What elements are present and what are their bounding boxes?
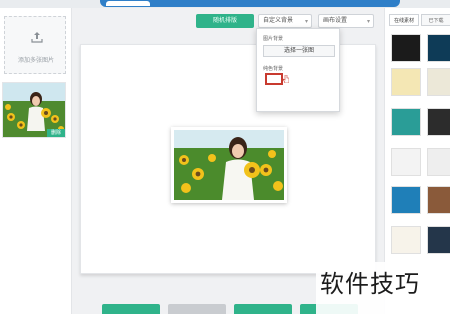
tab-downloaded[interactable]: 已下载: [421, 14, 450, 26]
template-thumbnail[interactable]: [427, 68, 450, 96]
watermark-text: 软件技巧: [320, 270, 420, 298]
custom-background-label: 自定义背景: [263, 17, 294, 24]
template-thumbnail[interactable]: [391, 34, 421, 62]
template-thumbnail[interactable]: [391, 186, 421, 214]
app-window: 添加多张图片 删除 随机排版 自定义背景 ▾ 画布设置 ▾ 图片背景 选择一张图…: [0, 0, 450, 314]
add-images-label: 添加多张图片: [17, 57, 54, 64]
template-thumbnail[interactable]: [391, 68, 421, 96]
random-layout-button[interactable]: 随机排版: [196, 14, 254, 28]
top-tab[interactable]: [158, 1, 198, 6]
template-thumbnail[interactable]: [427, 226, 450, 254]
add-images-button[interactable]: 添加多张图片: [4, 16, 66, 74]
top-tab-active[interactable]: [106, 1, 150, 6]
hand-cursor-icon: [283, 75, 289, 83]
top-tab[interactable]: [308, 1, 348, 6]
canvas-photo[interactable]: [171, 127, 287, 203]
template-thumbnail[interactable]: [427, 108, 450, 136]
upload-icon: [31, 32, 43, 43]
bottom-action-button[interactable]: [102, 304, 160, 314]
custom-background-dropdown[interactable]: 自定义背景 ▾: [258, 14, 312, 28]
template-thumbnail[interactable]: [427, 186, 450, 214]
top-bar: [0, 0, 450, 8]
solid-background-label: 纯色背景: [263, 66, 284, 72]
sunflower-girl-image: [174, 130, 284, 200]
canvas-settings-label: 画布设置: [323, 17, 348, 24]
top-tab[interactable]: [208, 1, 248, 6]
choose-image-button[interactable]: 选择一张图: [263, 45, 335, 57]
custom-background-menu: 图片背景 选择一张图 纯色背景: [256, 28, 340, 112]
bottom-action-button[interactable]: [168, 304, 226, 314]
tab-online-materials[interactable]: 在线素材: [389, 14, 419, 26]
template-thumbnail[interactable]: [427, 34, 450, 62]
template-thumbnail[interactable]: [427, 148, 450, 176]
image-thumbnail[interactable]: 删除: [2, 82, 66, 138]
watermark: 软件技巧: [316, 262, 450, 314]
color-picker-swatch[interactable]: [265, 73, 283, 85]
top-tab[interactable]: [258, 1, 298, 6]
delete-image-button[interactable]: 删除: [47, 129, 65, 137]
template-thumbnail[interactable]: [391, 226, 421, 254]
template-thumbnail[interactable]: [391, 108, 421, 136]
chevron-down-icon: ▾: [366, 18, 370, 25]
template-thumbnail[interactable]: [391, 148, 421, 176]
image-background-label: 图片背景: [263, 36, 284, 42]
top-tab-strip: [100, 0, 400, 7]
canvas-settings-dropdown[interactable]: 画布设置 ▾: [318, 14, 374, 28]
bottom-action-button[interactable]: [234, 304, 292, 314]
chevron-down-icon: ▾: [304, 18, 308, 25]
left-image-panel: 添加多张图片 删除: [0, 8, 72, 314]
